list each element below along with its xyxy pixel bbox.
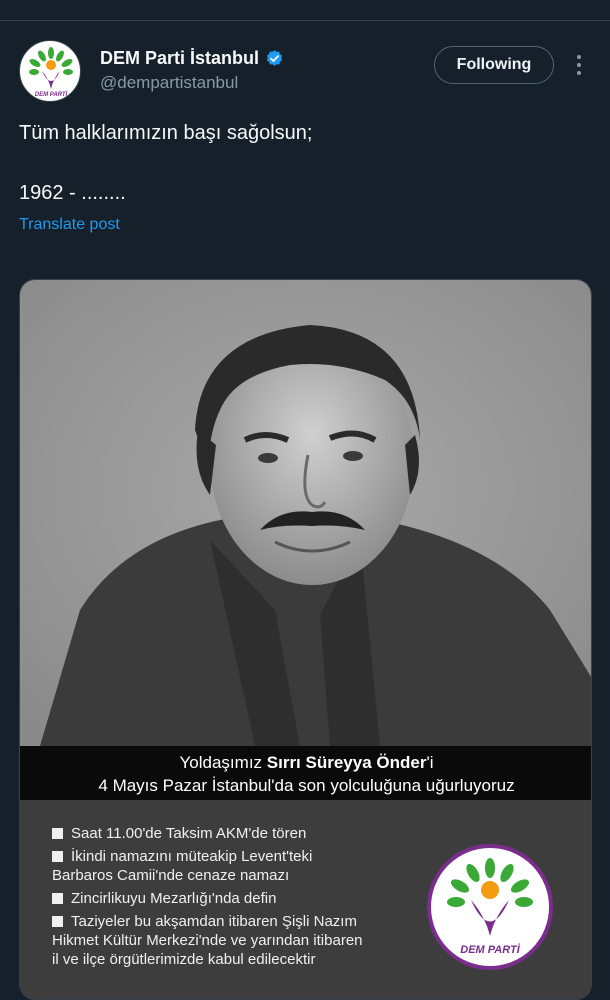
banner-line-1: Yoldaşımız Sırrı Süreyya Önder'i [179,753,434,772]
handle[interactable]: @dempartistanbul [100,73,238,93]
square-bullet-icon [52,893,63,904]
svg-text:DEM PARTİ: DEM PARTİ [35,91,68,98]
honoree-name: Sırrı Süreyya Önder [266,753,427,772]
post-media-image[interactable]: Yoldaşımız Sırrı Süreyya Önder'i 4 Mayıs… [19,279,592,1000]
post-text-line: Tüm halklarımızın başı sağolsun; [19,122,313,144]
square-bullet-icon [52,851,63,862]
list-item: Taziyeler bu akşamdan itibaren Şişli Naz… [52,913,363,968]
svg-text:DEM PARTİ: DEM PARTİ [460,943,520,956]
announcement-banner: Yoldaşımız Sırrı Süreyya Önder'i 4 Mayıs… [20,746,591,800]
info-panel: Saat 11.00'de Taksim AKM'de tören İkindi… [20,800,591,999]
avatar[interactable]: DEM PARTİ [19,40,81,102]
list-item: Zincirlikuyu Mezarlığı'nda defin [52,889,412,908]
ceremony-details-list: Saat 11.00'de Taksim AKM'de tören İkindi… [52,824,412,973]
more-options-icon[interactable] [569,52,589,78]
portrait-photo [20,280,591,746]
square-bullet-icon [52,828,63,839]
post-text: Tüm halklarımızın başı sağolsun; 1962 - … [19,118,312,208]
display-name[interactable]: DEM Parti İstanbul [100,48,259,69]
square-bullet-icon [52,916,63,927]
top-divider [0,20,610,21]
post-text-line: 1962 - ........ [19,182,126,204]
banner-line-2: 4 Mayıs Pazar İstanbul'da son yolculuğun… [98,776,515,795]
dem-parti-emblem-icon: DEM PARTİ [447,858,533,956]
following-button[interactable]: Following [434,46,554,84]
dem-parti-logo-icon: DEM PARTİ [29,47,73,98]
post-header: DEM PARTİ DEM Parti İstanbul @dempartist… [19,40,594,102]
dem-parti-logo: DEM PARTİ [427,844,553,970]
name-row: DEM Parti İstanbul [100,48,284,69]
list-item: İkindi namazını müteakip Levent'teki Bar… [52,848,313,884]
list-item: Saat 11.00'de Taksim AKM'de tören [52,824,412,843]
verified-badge-icon [266,50,283,66]
translate-post-link[interactable]: Translate post [19,216,120,234]
